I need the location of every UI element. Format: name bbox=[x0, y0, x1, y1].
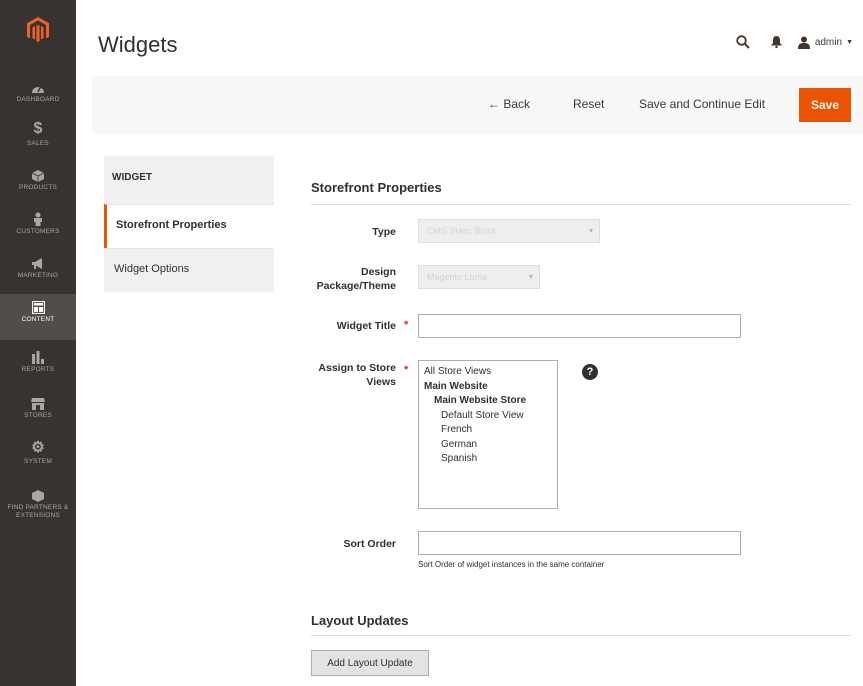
box-icon bbox=[32, 482, 44, 502]
nav-marketing[interactable]: MARKETING bbox=[0, 250, 76, 296]
nav-sales[interactable]: $ SALES bbox=[0, 118, 76, 164]
nav-dashboard[interactable]: DASHBOARD bbox=[0, 74, 76, 120]
dashboard-gauge-icon bbox=[31, 74, 45, 94]
nav-content-label: CONTENT bbox=[21, 316, 55, 323]
store-option[interactable]: Main Website bbox=[424, 380, 552, 395]
store-option[interactable]: German bbox=[424, 438, 552, 453]
required-asterisk: * bbox=[404, 364, 409, 376]
assign-store-label-line1: Assign to Store bbox=[318, 362, 396, 374]
nav-system-label: SYSTEM bbox=[24, 458, 52, 465]
tab-storefront-properties[interactable]: Storefront Properties bbox=[104, 204, 274, 248]
type-select-value: CMS Static Block bbox=[427, 226, 497, 236]
back-button[interactable]: ← Back bbox=[488, 97, 530, 111]
nav-reports[interactable]: REPORTS bbox=[0, 344, 76, 390]
assign-store-label-line2: Views bbox=[366, 376, 396, 388]
page-title: Widgets bbox=[98, 32, 178, 57]
tabs-title: WIDGET bbox=[104, 156, 274, 204]
reset-button[interactable]: Reset bbox=[573, 97, 604, 111]
design-theme-select: Magento Luma ▾ bbox=[418, 265, 540, 289]
nav-stores-label: STORES bbox=[24, 412, 52, 419]
nav-customers-label: CUSTOMERS bbox=[16, 228, 60, 235]
store-option[interactable]: Main Website Store bbox=[424, 394, 552, 409]
nav-reports-label: REPORTS bbox=[21, 366, 55, 373]
nav-content[interactable]: CONTENT bbox=[0, 294, 76, 340]
admin-sidebar: DASHBOARD $ SALES PRODUCTS CUSTOMERS MAR… bbox=[0, 0, 76, 686]
nav-products[interactable]: PRODUCTS bbox=[0, 162, 76, 208]
storefront-icon bbox=[31, 390, 45, 410]
notifications-bell-icon[interactable] bbox=[760, 32, 794, 52]
person-icon bbox=[33, 206, 43, 226]
store-option[interactable]: All Store Views bbox=[424, 365, 552, 380]
section-divider bbox=[311, 635, 851, 636]
widget-tabs: WIDGET Storefront Properties Widget Opti… bbox=[104, 156, 274, 292]
nav-marketing-label: MARKETING bbox=[17, 272, 59, 279]
user-icon bbox=[797, 36, 810, 49]
gear-icon: ⚙ bbox=[31, 439, 45, 456]
design-theme-value: Magento Luma bbox=[427, 272, 488, 282]
storefront-section-title: Storefront Properties bbox=[311, 180, 442, 195]
save-and-continue-button[interactable]: Save and Continue Edit bbox=[639, 97, 765, 111]
tab-widget-options[interactable]: Widget Options bbox=[104, 248, 274, 292]
store-option[interactable]: Default Store View bbox=[424, 409, 552, 424]
required-asterisk: * bbox=[404, 319, 409, 331]
type-label: Type bbox=[372, 226, 396, 238]
store-option[interactable]: Spanish bbox=[424, 452, 552, 467]
sort-order-input[interactable] bbox=[418, 531, 741, 555]
assign-store-label: Assign to Store Views bbox=[290, 361, 396, 389]
nav-customers[interactable]: CUSTOMERS bbox=[0, 206, 76, 252]
nav-dashboard-label: DASHBOARD bbox=[16, 96, 60, 103]
sort-order-note: Sort Order of widget instances in the sa… bbox=[418, 560, 605, 569]
type-select: CMS Static Block ▾ bbox=[418, 219, 600, 243]
sort-order-label: Sort Order bbox=[343, 538, 396, 550]
store-option[interactable]: French bbox=[424, 423, 552, 438]
bar-chart-icon bbox=[32, 344, 44, 364]
admin-username: admin bbox=[814, 36, 843, 48]
section-divider bbox=[311, 204, 851, 205]
megaphone-icon bbox=[31, 250, 45, 270]
nav-partners-label: FIND PARTNERS & EXTENSIONS bbox=[7, 504, 69, 519]
page-actions-bar: ← Back Reset Save and Continue Edit Save bbox=[92, 76, 863, 134]
nav-products-label: PRODUCTS bbox=[18, 184, 58, 191]
design-label-line2: Package/Theme bbox=[316, 280, 396, 292]
layout-updates-title: Layout Updates bbox=[311, 613, 409, 628]
magento-logo[interactable] bbox=[0, 0, 76, 60]
chevron-down-icon: ▾ bbox=[528, 272, 533, 281]
save-button[interactable]: Save bbox=[799, 88, 851, 122]
chevron-down-icon: ▼ bbox=[846, 38, 853, 46]
dollar-icon: $ bbox=[33, 120, 43, 137]
search-icon[interactable] bbox=[726, 32, 760, 52]
chevron-down-icon: ▾ bbox=[588, 226, 593, 235]
header-actions: admin ▼ bbox=[726, 32, 853, 52]
add-layout-update-button[interactable]: Add Layout Update bbox=[311, 650, 429, 676]
design-label: Design Package/Theme bbox=[290, 265, 396, 293]
layout-icon bbox=[31, 294, 45, 314]
store-views-multiselect[interactable]: All Store Views Main Website Main Websit… bbox=[418, 360, 558, 509]
design-label-line1: Design bbox=[360, 266, 396, 278]
nav-partners[interactable]: FIND PARTNERS & EXTENSIONS bbox=[0, 482, 76, 528]
admin-user-menu[interactable]: admin ▼ bbox=[797, 36, 853, 49]
nav-sales-label: SALES bbox=[27, 140, 49, 147]
nav-stores[interactable]: STORES bbox=[0, 390, 76, 436]
widget-title-input[interactable] bbox=[418, 314, 741, 338]
cube-icon bbox=[32, 162, 44, 182]
nav-system[interactable]: ⚙ SYSTEM bbox=[0, 436, 76, 482]
help-icon[interactable]: ? bbox=[582, 364, 598, 380]
widget-title-label: Widget Title bbox=[336, 320, 396, 332]
